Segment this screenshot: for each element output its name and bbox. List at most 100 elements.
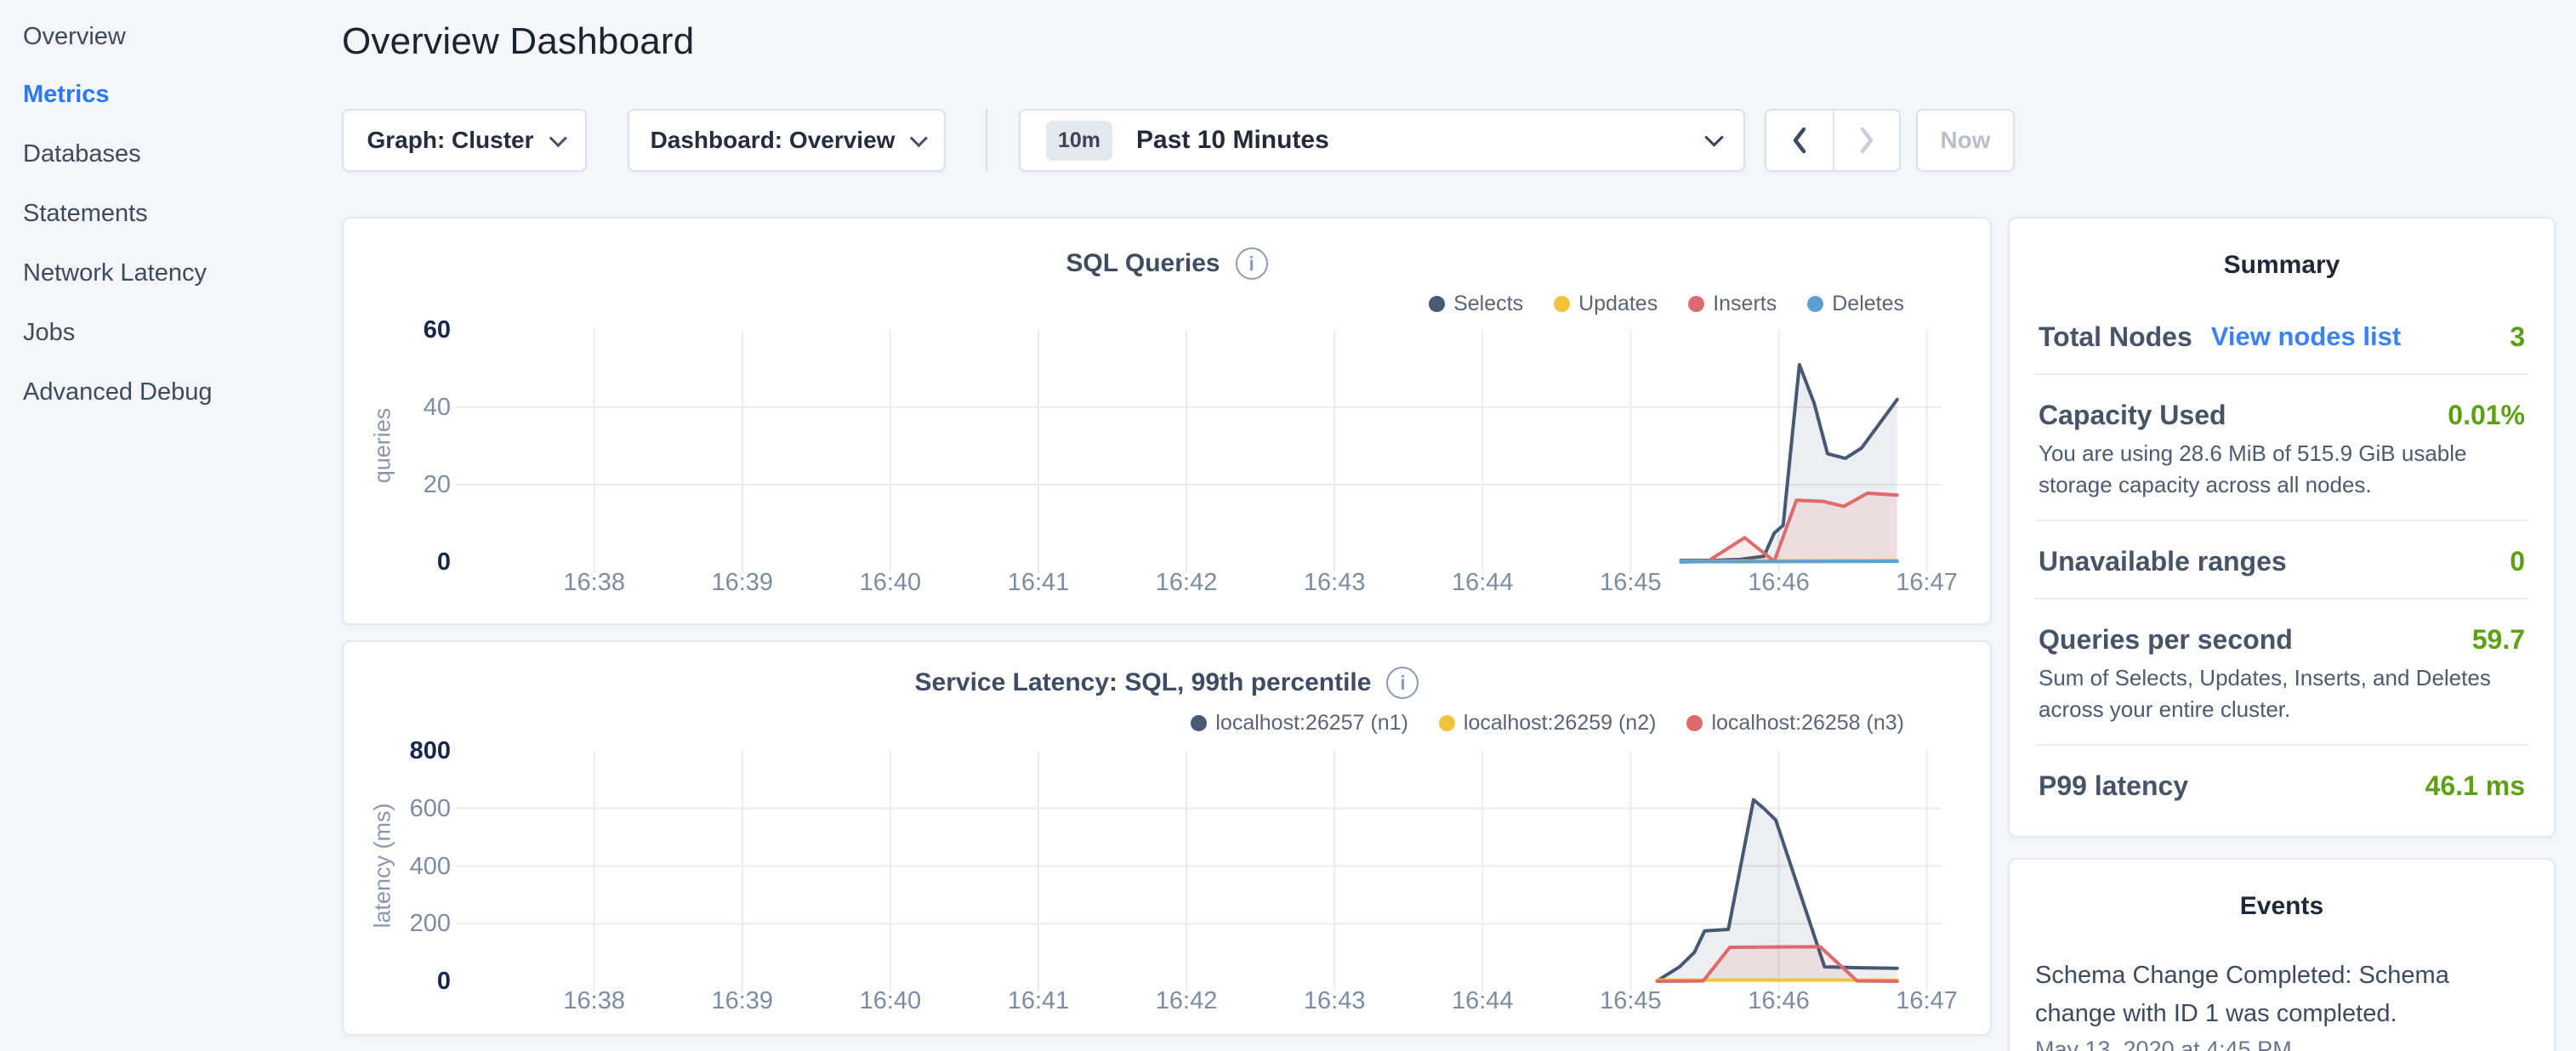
summary-row-label: P99 latency: [2039, 768, 2188, 804]
x-tick-label: 16:42: [1118, 569, 1254, 597]
legend-label: localhost:26259 (n2): [1464, 711, 1657, 736]
x-tick-label: 16:45: [1562, 987, 1698, 1015]
legend-label: Updates: [1578, 292, 1658, 316]
summary-row-description: You are using 28.6 MiB of 515.9 GiB usab…: [2039, 438, 2525, 501]
graph-source-dropdown[interactable]: Graph: Cluster: [342, 109, 587, 172]
summary-row-label: Total Nodes: [2039, 319, 2192, 355]
legend-dot-icon: [1688, 296, 1704, 312]
y-tick-label: 0: [369, 966, 451, 997]
events-panel: Events Schema Change Completed: Schema c…: [2008, 858, 2556, 1051]
summary-row-unavailable-ranges: Unavailable ranges 0: [2035, 521, 2528, 599]
legend-label: localhost:26258 (n3): [1711, 711, 1904, 736]
sql-queries-chart-card: SQL Queries i Selects Updates Inserts Delet…: [342, 217, 1992, 625]
summary-row-p99-latency: P99 latency 46.1 ms: [2035, 746, 2528, 822]
legend-dot-icon: [1686, 715, 1703, 731]
now-button-label: Now: [1940, 127, 1990, 154]
legend-item: Deletes: [1807, 292, 1904, 316]
events-title: Events: [2010, 892, 2554, 921]
summary-row-label: Capacity Used: [2039, 397, 2226, 433]
summary-row-value: 3: [2510, 319, 2525, 355]
y-tick-label: 20: [369, 469, 451, 500]
x-tick-label: 16:47: [1859, 569, 1992, 597]
chart-title: SQL Queries: [1066, 249, 1220, 278]
graph-source-dropdown-label: Graph: Cluster: [367, 127, 533, 154]
summary-row-label: Queries per second: [2039, 622, 2293, 657]
legend-label: Deletes: [1832, 292, 1904, 316]
chart-legend: localhost:26257 (n1) localhost:26259 (n2)…: [1191, 711, 1904, 736]
sidebar-item-statements[interactable]: Statements: [23, 196, 148, 231]
y-tick-label: 60: [369, 315, 451, 345]
summary-panel: Summary Total Nodes View nodes list 3 Ca…: [2008, 217, 2556, 838]
time-step-forward-button[interactable]: [1833, 111, 1899, 170]
summary-row-value: 0.01%: [2448, 397, 2525, 433]
sidebar-item-metrics[interactable]: Metrics: [23, 77, 110, 112]
x-tick-label: 16:43: [1266, 987, 1402, 1015]
chevron-down-icon: [549, 129, 566, 147]
dashboard-dropdown[interactable]: Dashboard: Overview: [628, 109, 946, 172]
chart-plot-area[interactable]: [461, 330, 1942, 562]
now-button[interactable]: Now: [1916, 109, 2015, 172]
summary-row-queries-per-second: Queries per second 59.7 Sum of Selects, …: [2035, 599, 2528, 746]
legend-item: Updates: [1554, 292, 1658, 316]
legend-dot-icon: [1554, 296, 1570, 312]
x-tick-label: 16:40: [822, 987, 958, 1015]
x-tick-label: 16:40: [822, 569, 958, 597]
event-item-timestamp: May 13, 2020 at 4:45 PM: [2035, 1037, 2528, 1051]
x-tick-label: 16:46: [1710, 569, 1846, 597]
summary-row-value: 59.7: [2472, 622, 2525, 657]
time-step-back-button[interactable]: [1766, 111, 1833, 170]
chevron-down-icon: [1704, 128, 1724, 147]
sidebar-item-jobs[interactable]: Jobs: [23, 315, 75, 350]
time-window-badge: 10m: [1046, 121, 1112, 161]
sidebar-item-databases[interactable]: Databases: [23, 136, 141, 172]
y-tick-label: 600: [369, 793, 451, 824]
sidebar-item-advanced-debug[interactable]: Advanced Debug: [23, 374, 213, 410]
x-tick-label: 16:45: [1562, 569, 1698, 597]
service-latency-chart-card: Service Latency: SQL, 99th percentile i …: [342, 640, 1992, 1036]
time-window-label: Past 10 Minutes: [1136, 126, 1687, 155]
y-tick-label: 200: [369, 908, 451, 939]
view-nodes-list-link[interactable]: View nodes list: [2211, 319, 2401, 355]
chart-legend: Selects Updates Inserts Deletes: [1429, 292, 1904, 316]
y-tick-label: 40: [369, 392, 451, 423]
x-tick-label: 16:44: [1414, 569, 1550, 597]
chevron-down-icon: [910, 129, 928, 147]
sidebar-item-network-latency[interactable]: Network Latency: [23, 255, 207, 291]
chart-plot-area[interactable]: [461, 751, 1942, 981]
legend-label: localhost:26257 (n1): [1215, 711, 1408, 736]
legend-label: Inserts: [1713, 292, 1777, 316]
info-icon[interactable]: i: [1236, 247, 1268, 280]
toolbar-divider: [986, 109, 987, 172]
dashboard-dropdown-label: Dashboard: Overview: [651, 127, 896, 154]
time-window-selector[interactable]: 10m Past 10 Minutes: [1019, 109, 1745, 172]
legend-item: Selects: [1429, 292, 1523, 316]
x-tick-label: 16:39: [674, 987, 810, 1015]
x-tick-label: 16:46: [1710, 987, 1846, 1015]
legend-item: Inserts: [1688, 292, 1777, 316]
x-tick-label: 16:44: [1414, 987, 1550, 1015]
y-tick-label: 0: [369, 547, 451, 577]
summary-row-total-nodes: Total Nodes View nodes list 3: [2035, 280, 2528, 375]
legend-item: localhost:26258 (n3): [1686, 711, 1904, 736]
summary-row-capacity-used: Capacity Used 0.01% You are using 28.6 M…: [2035, 375, 2528, 521]
chevron-left-icon: [1789, 125, 1810, 156]
x-tick-label: 16:38: [526, 987, 662, 1015]
summary-row-description: Sum of Selects, Updates, Inserts, and De…: [2039, 662, 2525, 725]
summary-title: Summary: [2010, 251, 2554, 280]
x-tick-label: 16:39: [674, 569, 810, 597]
x-tick-label: 16:42: [1118, 987, 1254, 1015]
x-tick-label: 16:43: [1266, 569, 1402, 597]
time-step-buttons: [1765, 109, 1901, 172]
x-tick-label: 16:41: [970, 987, 1106, 1015]
legend-dot-icon: [1191, 715, 1207, 731]
summary-row-value: 46.1 ms: [2425, 768, 2525, 804]
chevron-right-icon: [1857, 125, 1877, 156]
x-tick-label: 16:38: [526, 569, 662, 597]
info-icon[interactable]: i: [1386, 667, 1419, 699]
chart-title: Service Latency: SQL, 99th percentile: [915, 668, 1372, 697]
page-title: Overview Dashboard: [342, 20, 694, 63]
legend-dot-icon: [1807, 296, 1823, 312]
y-tick-label: 400: [369, 851, 451, 882]
y-tick-label: 800: [369, 736, 451, 766]
sidebar-item-overview[interactable]: Overview: [23, 19, 126, 54]
